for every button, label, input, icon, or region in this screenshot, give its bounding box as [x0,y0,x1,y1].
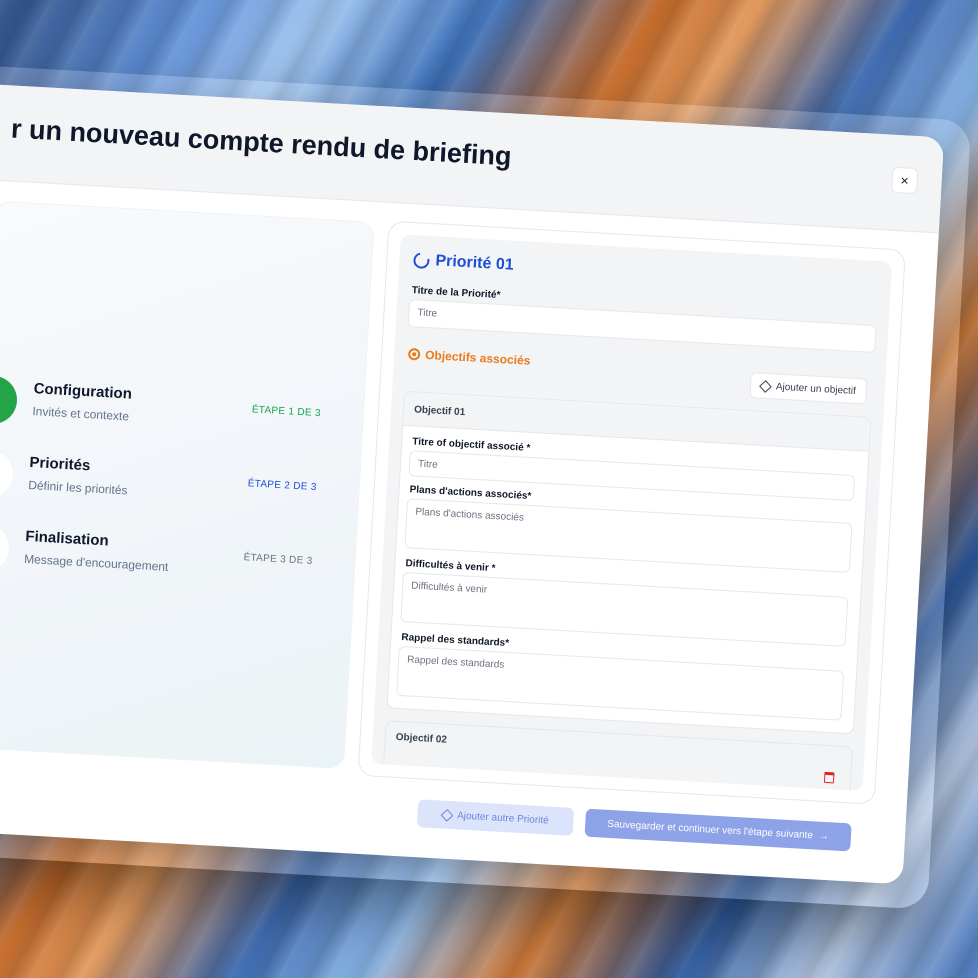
add-objective-button[interactable]: Ajouter un objectif [749,372,868,405]
priority-form-panel: Priorité 01 Titre de la Priorité* Titre … [357,220,906,805]
stepper-panel: 3 Configuration Invités et contexte ÉTAP… [0,200,375,770]
input-placeholder: Titre [417,307,438,320]
step-priorites[interactable]: Priorités Définir les priorités ÉTAPE 2 … [0,445,362,526]
diamond-plus-icon [759,379,772,393]
step-indicator [0,522,11,573]
save-continue-button[interactable]: Sauvegarder et continuer vers l'étape su… [584,808,852,852]
diamond-plus-icon [440,808,454,822]
objectives-heading: Objectifs associés [407,347,531,368]
input-placeholder: Difficultés à venir [410,580,488,596]
difficulties-label: Difficultés à venir * [405,558,496,575]
arrow-right-icon: → [818,830,830,842]
objective-02-header: Objectif 02 [395,731,448,746]
refresh-icon [410,249,433,272]
step-subtitle: Invités et contexte [32,404,130,424]
close-button[interactable]: × [890,166,919,195]
objectives-heading-text: Objectifs associés [424,347,531,368]
add-priority-button[interactable]: Ajouter autre Priorité [416,799,575,836]
priority-card: Priorité 01 Titre de la Priorité* Titre … [371,234,893,792]
standards-textarea[interactable]: Rappel des standards [396,645,845,721]
objective-02-card[interactable]: Objectif 02 [382,720,853,792]
step-subtitle: Définir les priorités [27,477,128,498]
step-indicator [0,448,15,500]
priority-title-input[interactable]: Titre [407,298,877,354]
input-placeholder: Plans d'actions associés [415,506,525,524]
briefing-modal: r un nouveau compte rendu de briefing × … [0,83,945,885]
step-tag: ÉTAPE 1 DE 3 [251,404,322,420]
trash-icon[interactable] [823,771,835,784]
modal-title: r un nouveau compte rendu de briefing [10,113,513,172]
step-subtitle: Message d'encouragement [23,551,169,574]
step-finalisation[interactable]: Finalisation Message d'encouragement ÉTA… [0,519,358,600]
priority-heading: Priorité 01 [410,249,515,275]
step-title: Finalisation [24,527,110,550]
step-title: Priorités [29,454,91,475]
close-icon: × [900,172,910,189]
step-configuration[interactable]: 3 Configuration Invités et contexte ÉTAP… [0,371,366,452]
priority-heading-text: Priorité 01 [434,252,515,274]
add-priority-label: Ajouter autre Priorité [456,809,550,827]
step-tag: ÉTAPE 3 DE 3 [243,552,313,567]
save-continue-label: Sauvegarder et continuer vers l'étape su… [607,818,814,841]
add-objective-label: Ajouter un objectif [775,381,857,397]
step-indicator-active: 3 [0,374,19,426]
objective-01-card: Objectif 01 Titre of objectif associé * … [386,390,872,735]
input-placeholder: Rappel des standards [406,654,505,671]
target-icon [407,347,421,361]
step-title: Configuration [33,380,133,403]
step-tag: ÉTAPE 2 DE 3 [247,478,317,494]
priority-title-label: Titre de la Priorité* [411,285,501,302]
input-placeholder: Titre [417,458,438,471]
desktop-background: r un nouveau compte rendu de briefing × … [0,0,978,978]
